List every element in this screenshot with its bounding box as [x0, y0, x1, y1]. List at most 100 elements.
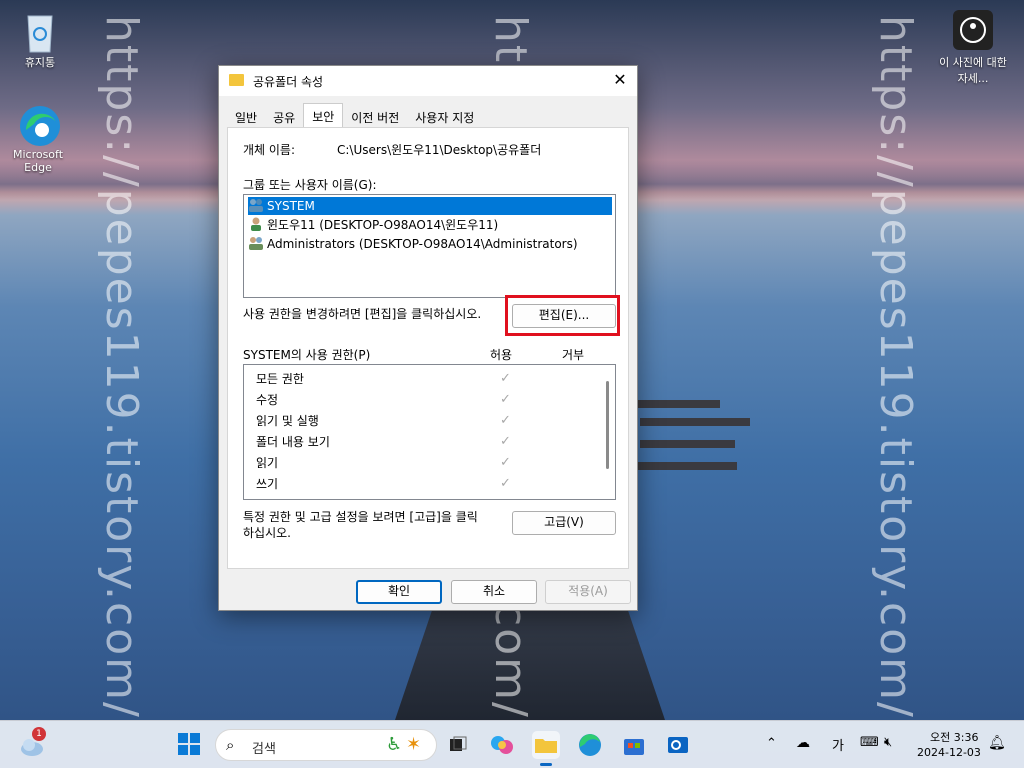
security-panel: 개체 이름: C:\Users\윈도우11\Desktop\공유폴더 그룹 또는…: [227, 127, 629, 569]
wallpaper-plank: [635, 400, 720, 408]
user-label: 윈도우11 (DESKTOP-O98AO14\윈도우11): [267, 218, 499, 232]
advanced-hint-line1: 특정 권한 및 고급 설정을 보려면 [고급]을 클릭: [243, 510, 478, 524]
ime-indicator[interactable]: 가: [832, 735, 844, 754]
deny-header: 거부: [562, 348, 585, 362]
copilot-icon: [491, 736, 513, 754]
edge-icon: [579, 734, 601, 756]
store-button[interactable]: [620, 731, 648, 759]
store-icon: [624, 739, 644, 755]
watermark-text: https://pepes119.tistory.com/: [96, 15, 147, 719]
active-indicator: [540, 763, 552, 766]
weather-widget[interactable]: 1: [18, 727, 46, 759]
user-label: Administrators (DESKTOP-O98AO14\Administ…: [267, 237, 578, 251]
apply-button[interactable]: 적용(A): [545, 580, 631, 604]
permissions-scrollbar[interactable]: [606, 381, 609, 469]
recycle-bin-label: 휴지통: [24, 56, 56, 69]
windows-logo-icon: [178, 733, 200, 755]
taskbar-search-box[interactable]: ⌕ 검색 ♿ ✶: [215, 729, 437, 761]
folder-icon: [229, 74, 244, 86]
permission-label: 읽기: [256, 456, 279, 470]
clock-date[interactable]: 2024-12-03: [917, 746, 981, 759]
recycle-bin-shortcut[interactable]: 휴지통: [5, 10, 75, 70]
dialog-titlebar[interactable]: 공유폴더 속성 ✕: [219, 66, 637, 96]
group-label: 그룹 또는 사용자 이름(G):: [243, 178, 377, 192]
clock-time[interactable]: 오전 3:36: [930, 729, 978, 745]
folder-icon: [535, 739, 557, 753]
wallpaper-plank: [640, 418, 750, 426]
edge-label: Microsoft Edge: [12, 148, 64, 174]
file-explorer-button[interactable]: [532, 731, 560, 766]
tab-sharing[interactable]: 공유: [265, 105, 303, 127]
tab-previous-versions[interactable]: 이전 버전: [343, 105, 407, 127]
search-highlight-icon: ♿: [386, 734, 403, 755]
weather-badge: 1: [32, 727, 46, 741]
taskbar: 1 ⌕ 검색 ♿ ✶ ⌃ ☁ 가 ⌨ 🔇︎ 오전 3:36 2024-12-03…: [0, 720, 1024, 768]
permission-label: 폴더 내용 보기: [256, 435, 330, 449]
wallpaper-plank: [637, 462, 737, 470]
advanced-button[interactable]: 고급(V): [512, 511, 616, 535]
camera-icon: [953, 10, 993, 50]
search-placeholder: 검색: [252, 742, 276, 757]
copilot-button[interactable]: [488, 731, 516, 759]
advanced-hint-line2: 하십시오.: [243, 526, 291, 540]
group-users-icon: [248, 198, 264, 212]
user-row-windows11[interactable]: 윈도우11 (DESKTOP-O98AO14\윈도우11): [248, 216, 498, 234]
permission-row: 쓰기 ✓: [256, 474, 556, 494]
permission-label: 쓰기: [256, 477, 279, 491]
tab-bar: 일반 공유 보안 이전 버전 사용자 지정: [227, 103, 482, 128]
user-row-administrators[interactable]: Administrators (DESKTOP-O98AO14\Administ…: [248, 235, 578, 253]
object-name-label: 개체 이름:: [243, 143, 296, 157]
ok-button[interactable]: 확인: [356, 580, 442, 604]
device-icon[interactable]: ⌨: [860, 735, 879, 750]
tab-security[interactable]: 보안: [303, 103, 344, 128]
spotlight-shortcut[interactable]: 이 사진에 대한 자세...: [938, 10, 1008, 86]
allow-check-icon: ✓: [500, 392, 511, 407]
object-name-value: C:\Users\윈도우11\Desktop\공유폴더: [337, 143, 542, 157]
volume-muted-icon[interactable]: 🔇︎: [884, 735, 892, 750]
network-offline-icon[interactable]: ☁: [796, 735, 810, 751]
allow-check-icon: ✓: [500, 371, 511, 386]
task-view-icon: [450, 736, 467, 751]
group-users-icon: [248, 236, 264, 250]
allow-check-icon: ✓: [500, 434, 511, 449]
permission-row: 읽기 및 실행 ✓: [256, 411, 556, 431]
close-button[interactable]: ✕: [603, 66, 637, 94]
spotlight-label: 이 사진에 대한 자세...: [939, 56, 1007, 85]
permission-row: 수정 ✓: [256, 390, 556, 410]
tab-general[interactable]: 일반: [227, 105, 265, 127]
permissions-list[interactable]: 모든 권한 ✓ 수정 ✓ 읽기 및 실행 ✓ 폴더 내용 보기 ✓ 읽기 ✓ 쓰기 ✓: [243, 364, 616, 500]
allow-check-icon: ✓: [500, 455, 511, 470]
allow-check-icon: ✓: [500, 476, 511, 491]
permissions-label: SYSTEM의 사용 권한(P): [243, 348, 371, 362]
users-listbox[interactable]: SYSTEM 윈도우11 (DESKTOP-O98AO14\윈도우11) Adm…: [243, 194, 616, 298]
cancel-button[interactable]: 취소: [451, 580, 537, 604]
show-hidden-icons-chevron-icon[interactable]: ⌃: [766, 736, 777, 751]
user-label: SYSTEM: [267, 199, 315, 213]
permission-row: 모든 권한 ✓: [256, 369, 556, 389]
permission-label: 읽기 및 실행: [256, 414, 319, 428]
edge-icon: [18, 104, 60, 146]
start-button[interactable]: [176, 731, 204, 759]
edge-taskbar-button[interactable]: [576, 731, 604, 759]
task-view-button[interactable]: [444, 731, 472, 759]
edit-hint: 사용 권한을 변경하려면 [편집]을 클릭하십시오.: [243, 307, 482, 321]
dialog-title: 공유폴더 속성: [253, 75, 324, 89]
watermark-text: https://pepes119.tistory.com/: [870, 15, 921, 719]
notification-bell-icon[interactable]: 🔔︎: [988, 735, 1006, 751]
allow-header: 허용: [490, 348, 513, 362]
properties-dialog: 공유폴더 속성 ✕ 일반 공유 보안 이전 버전 사용자 지정 개체 이름: C…: [218, 65, 638, 611]
permission-row: 읽기 ✓: [256, 453, 556, 473]
permission-row: 폴더 내용 보기 ✓: [256, 432, 556, 452]
outlook-button[interactable]: [664, 731, 692, 759]
user-icon: [248, 217, 264, 231]
permission-label: 모든 권한: [256, 372, 304, 386]
search-highlight-icon: ✶: [406, 734, 422, 755]
recycle-bin-icon: [20, 10, 60, 53]
search-icon: ⌕: [226, 736, 235, 754]
user-row-system[interactable]: SYSTEM: [248, 197, 612, 215]
wallpaper-plank: [640, 440, 735, 448]
outlook-icon: [668, 737, 688, 753]
edit-button-highlight: [505, 295, 620, 336]
tab-customize[interactable]: 사용자 지정: [407, 105, 482, 127]
edge-shortcut[interactable]: Microsoft Edge: [3, 104, 73, 174]
